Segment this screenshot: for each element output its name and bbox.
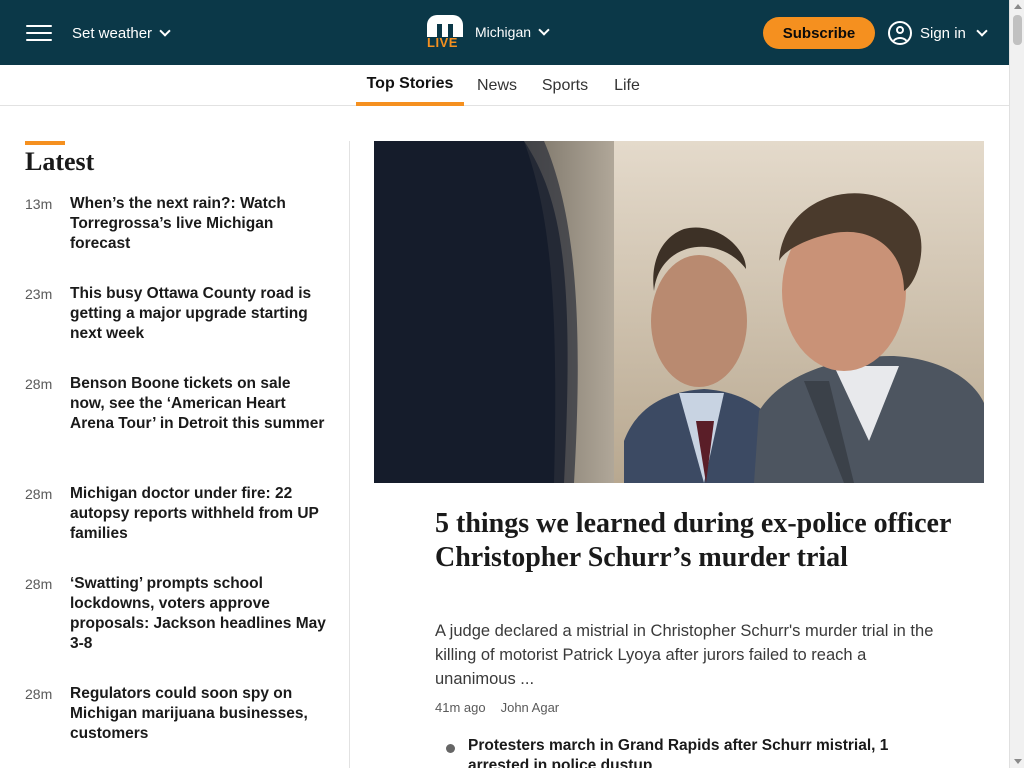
set-weather-button[interactable]: Set weather: [72, 22, 171, 44]
hero-author[interactable]: John Agar: [501, 700, 560, 715]
sign-in-label: Sign in: [920, 24, 966, 42]
region-label: Michigan: [475, 24, 532, 40]
related-headline[interactable]: Protesters march in Grand Rapids after S…: [468, 736, 908, 768]
item-time: 28m: [25, 686, 53, 702]
mlive-logo[interactable]: LIVE: [427, 15, 463, 49]
hero-headline[interactable]: 5 things we learned during ex-police off…: [435, 507, 955, 575]
column-divider: [349, 141, 350, 768]
item-headline[interactable]: Regulators could soon spy on Michigan ma…: [70, 684, 326, 744]
menu-icon[interactable]: [26, 25, 52, 42]
user-icon: [888, 21, 912, 45]
scroll-down-arrow-icon[interactable]: [1014, 759, 1022, 764]
item-headline[interactable]: Michigan doctor under fire: 22 autopsy r…: [70, 484, 326, 544]
latest-accent-bar: [25, 141, 65, 145]
chevron-down-icon: [159, 24, 171, 37]
tab-life[interactable]: Life: [606, 65, 648, 106]
item-time: 28m: [25, 376, 53, 392]
hero-photo: [374, 141, 984, 483]
item-time: 23m: [25, 286, 53, 302]
item-headline[interactable]: When’s the next rain?: Watch Torregrossa…: [70, 194, 326, 254]
section-nav: Top Stories News Sports Life: [0, 65, 1009, 106]
scroll-up-arrow-icon[interactable]: [1014, 4, 1022, 9]
hero-description: A judge declared a mistrial in Christoph…: [435, 622, 934, 688]
tab-news[interactable]: News: [470, 65, 524, 106]
region-selector[interactable]: Michigan: [475, 22, 550, 42]
sign-in-button[interactable]: Sign in: [888, 20, 988, 46]
tab-sports[interactable]: Sports: [535, 65, 595, 106]
chevron-down-icon: [538, 23, 550, 36]
item-time: 28m: [25, 486, 53, 502]
item-headline[interactable]: Benson Boone tickets on sale now, see th…: [70, 374, 326, 434]
page-scrollbar[interactable]: [1009, 0, 1024, 768]
tab-top-stories[interactable]: Top Stories: [356, 65, 464, 106]
latest-header: Latest: [25, 141, 325, 178]
logo-live-text: LIVE: [427, 35, 458, 50]
chevron-down-icon: [976, 24, 988, 37]
item-time: 13m: [25, 196, 53, 212]
item-headline[interactable]: This busy Ottawa County road is getting …: [70, 284, 326, 344]
top-bar: Set weather LIVE Michigan Subscribe Sign…: [0, 0, 1009, 65]
hero-meta: 41m ago John Agar: [435, 700, 559, 715]
bullet-icon: [446, 744, 455, 753]
logo-m-mark: [427, 15, 463, 37]
scroll-thumb[interactable]: [1013, 15, 1022, 45]
latest-title: Latest: [25, 147, 95, 176]
hero-image[interactable]: [374, 141, 984, 483]
set-weather-label: Set weather: [72, 24, 153, 42]
subscribe-button[interactable]: Subscribe: [763, 17, 875, 49]
item-headline[interactable]: ‘Swatting’ prompts school lockdowns, vot…: [70, 574, 326, 654]
hero-age: 41m ago: [435, 700, 486, 715]
item-time: 28m: [25, 576, 53, 592]
